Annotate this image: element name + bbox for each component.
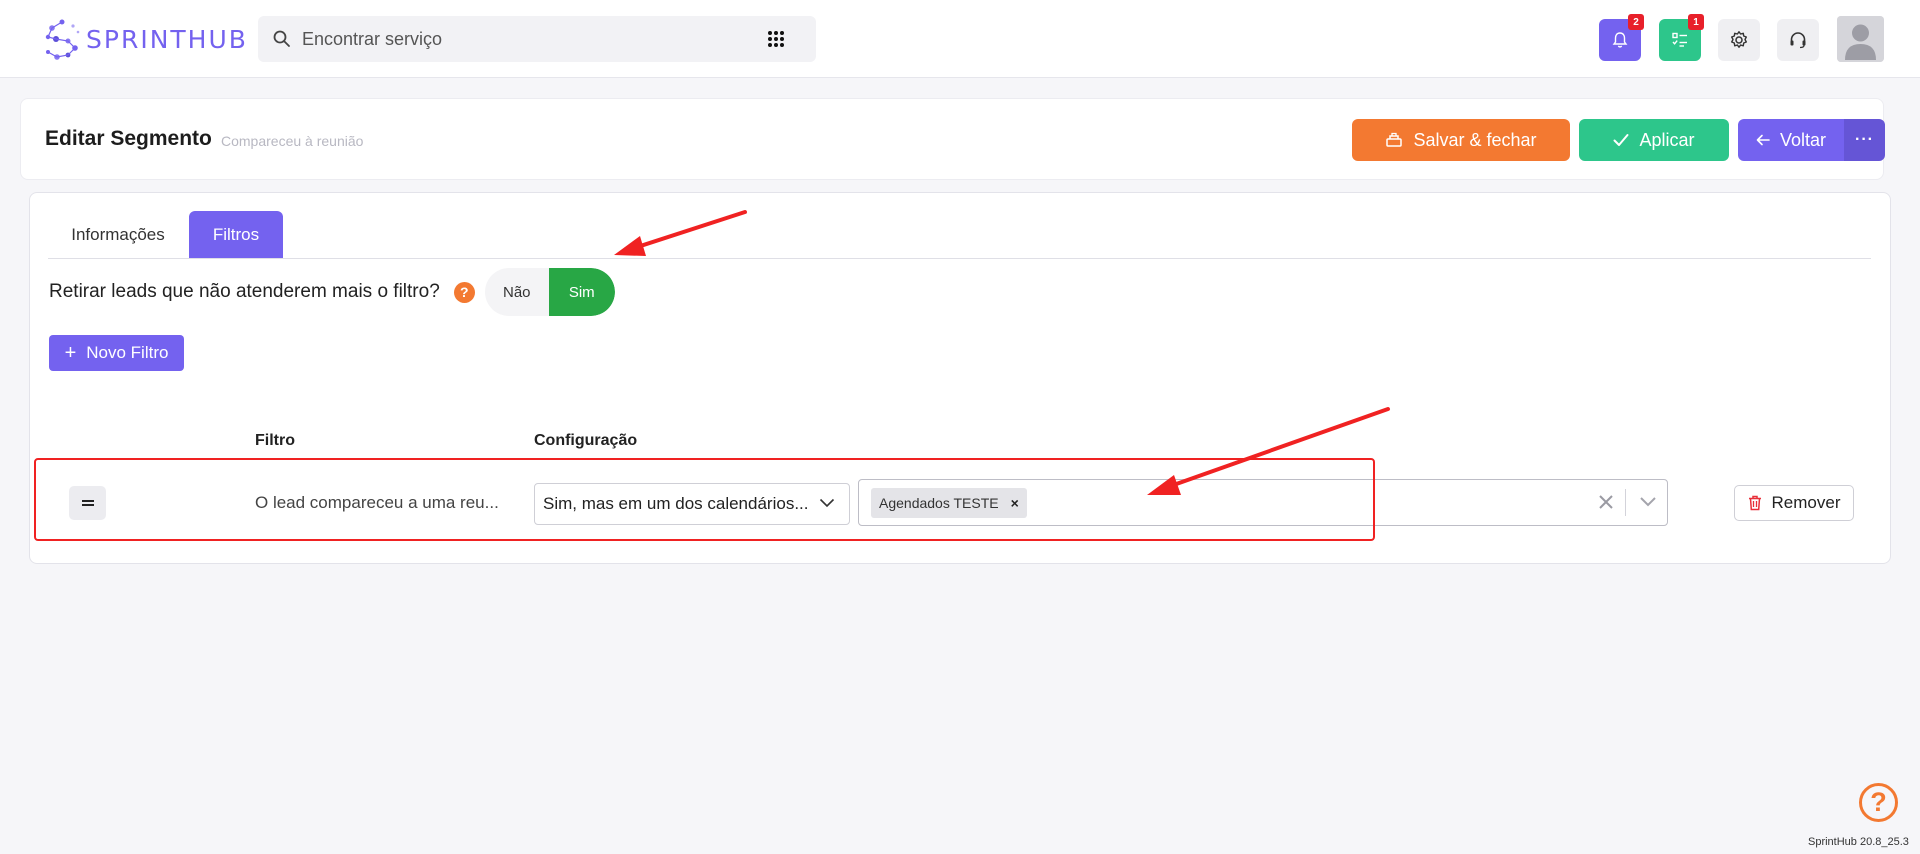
apply-button[interactable]: Aplicar — [1579, 119, 1729, 161]
toggle-option-sim[interactable]: Sim — [548, 268, 615, 316]
segment-editor-card: Informações Filtros Retirar leads que nã… — [29, 192, 1891, 564]
column-header-filtro: Filtro — [255, 432, 295, 449]
trash-icon — [1748, 495, 1761, 511]
notifications-badge: 2 — [1628, 14, 1644, 30]
save-and-close-button[interactable]: Salvar & fechar — [1352, 119, 1570, 161]
headset-icon — [1790, 32, 1806, 49]
toggle-option-nao[interactable]: Não — [484, 268, 549, 316]
service-search-box[interactable] — [258, 16, 816, 62]
logo-text: SPRINTHUB — [86, 24, 248, 54]
apps-grid-icon[interactable] — [767, 30, 785, 48]
plus-icon: + — [64, 342, 77, 364]
bell-icon — [1612, 32, 1628, 48]
more-options-button[interactable]: ··· — [1844, 119, 1885, 161]
floating-help-button[interactable]: ? — [1859, 783, 1898, 822]
new-filter-label: Novo Filtro — [86, 343, 169, 362]
column-header-configuracao: Configuração — [534, 432, 638, 449]
chevron-down-icon[interactable] — [1639, 495, 1657, 509]
clear-selection-icon[interactable] — [1597, 493, 1615, 511]
top-bar: SPRINTHUB 2 1 — [0, 0, 1920, 78]
save-stack-icon — [1386, 132, 1403, 147]
search-icon — [273, 30, 290, 47]
remove-filter-label: Remover — [1771, 493, 1841, 512]
support-button[interactable] — [1777, 19, 1819, 61]
settings-button[interactable] — [1718, 19, 1760, 61]
tag-remove-icon[interactable]: × — [1011, 495, 1019, 511]
tab-bar: Informações Filtros — [48, 211, 1871, 259]
logo-mark-icon — [45, 19, 80, 60]
sprinthub-logo[interactable]: SPRINTHUB — [44, 16, 248, 62]
remove-leads-question: Retirar leads que não atenderem mais o f… — [49, 281, 440, 302]
tab-informacoes[interactable]: Informações — [48, 211, 188, 258]
page-header-card: Editar Segmento Compareceu à reunião Sal… — [20, 98, 1885, 180]
remove-leads-toggle[interactable]: Não Sim — [484, 268, 615, 316]
back-button[interactable]: Voltar — [1738, 119, 1844, 161]
user-avatar-icon — [1837, 16, 1884, 62]
calendar-multi-select[interactable]: Agendados TESTE × — [858, 479, 1668, 526]
filter-name: O lead compareceu a uma reu... — [255, 493, 499, 512]
gear-icon — [1731, 31, 1747, 48]
selected-tag-label: Agendados TESTE — [879, 495, 999, 511]
app-version: SprintHub 20.8_25.3 — [1808, 836, 1909, 848]
tab-filtros[interactable]: Filtros — [189, 211, 283, 258]
tasks-icon — [1672, 32, 1687, 47]
selected-tag-chip: Agendados TESTE × — [871, 488, 1027, 518]
remove-filter-button[interactable]: Remover — [1734, 485, 1854, 521]
drag-equals-icon — [81, 500, 94, 506]
notifications-button[interactable]: 2 — [1599, 14, 1644, 61]
tasks-badge: 1 — [1688, 14, 1704, 30]
help-question-icon[interactable]: ? — [453, 281, 475, 303]
remove-leads-setting: Retirar leads que não atenderem mais o f… — [49, 267, 615, 317]
filter-config-select[interactable]: Sim, mas em um dos calendários... — [534, 483, 850, 525]
tasks-button[interactable]: 1 — [1659, 14, 1704, 61]
segment-name-subtitle: Compareceu à reunião — [221, 133, 364, 149]
check-icon — [1613, 134, 1629, 146]
page-title: Editar Segmento — [45, 127, 212, 150]
search-input[interactable] — [302, 24, 742, 54]
back-label: Voltar — [1779, 129, 1827, 150]
apply-label: Aplicar — [1639, 129, 1695, 150]
multi-select-separator — [1625, 489, 1626, 516]
drag-handle[interactable] — [69, 486, 106, 520]
user-avatar[interactable] — [1837, 16, 1884, 62]
chevron-down-icon — [819, 498, 835, 508]
new-filter-button[interactable]: + Novo Filtro — [49, 335, 184, 371]
arrow-left-icon — [1756, 134, 1770, 146]
filter-config-value: Sim, mas em um dos calendários... — [543, 494, 809, 513]
save-and-close-label: Salvar & fechar — [1413, 129, 1537, 150]
